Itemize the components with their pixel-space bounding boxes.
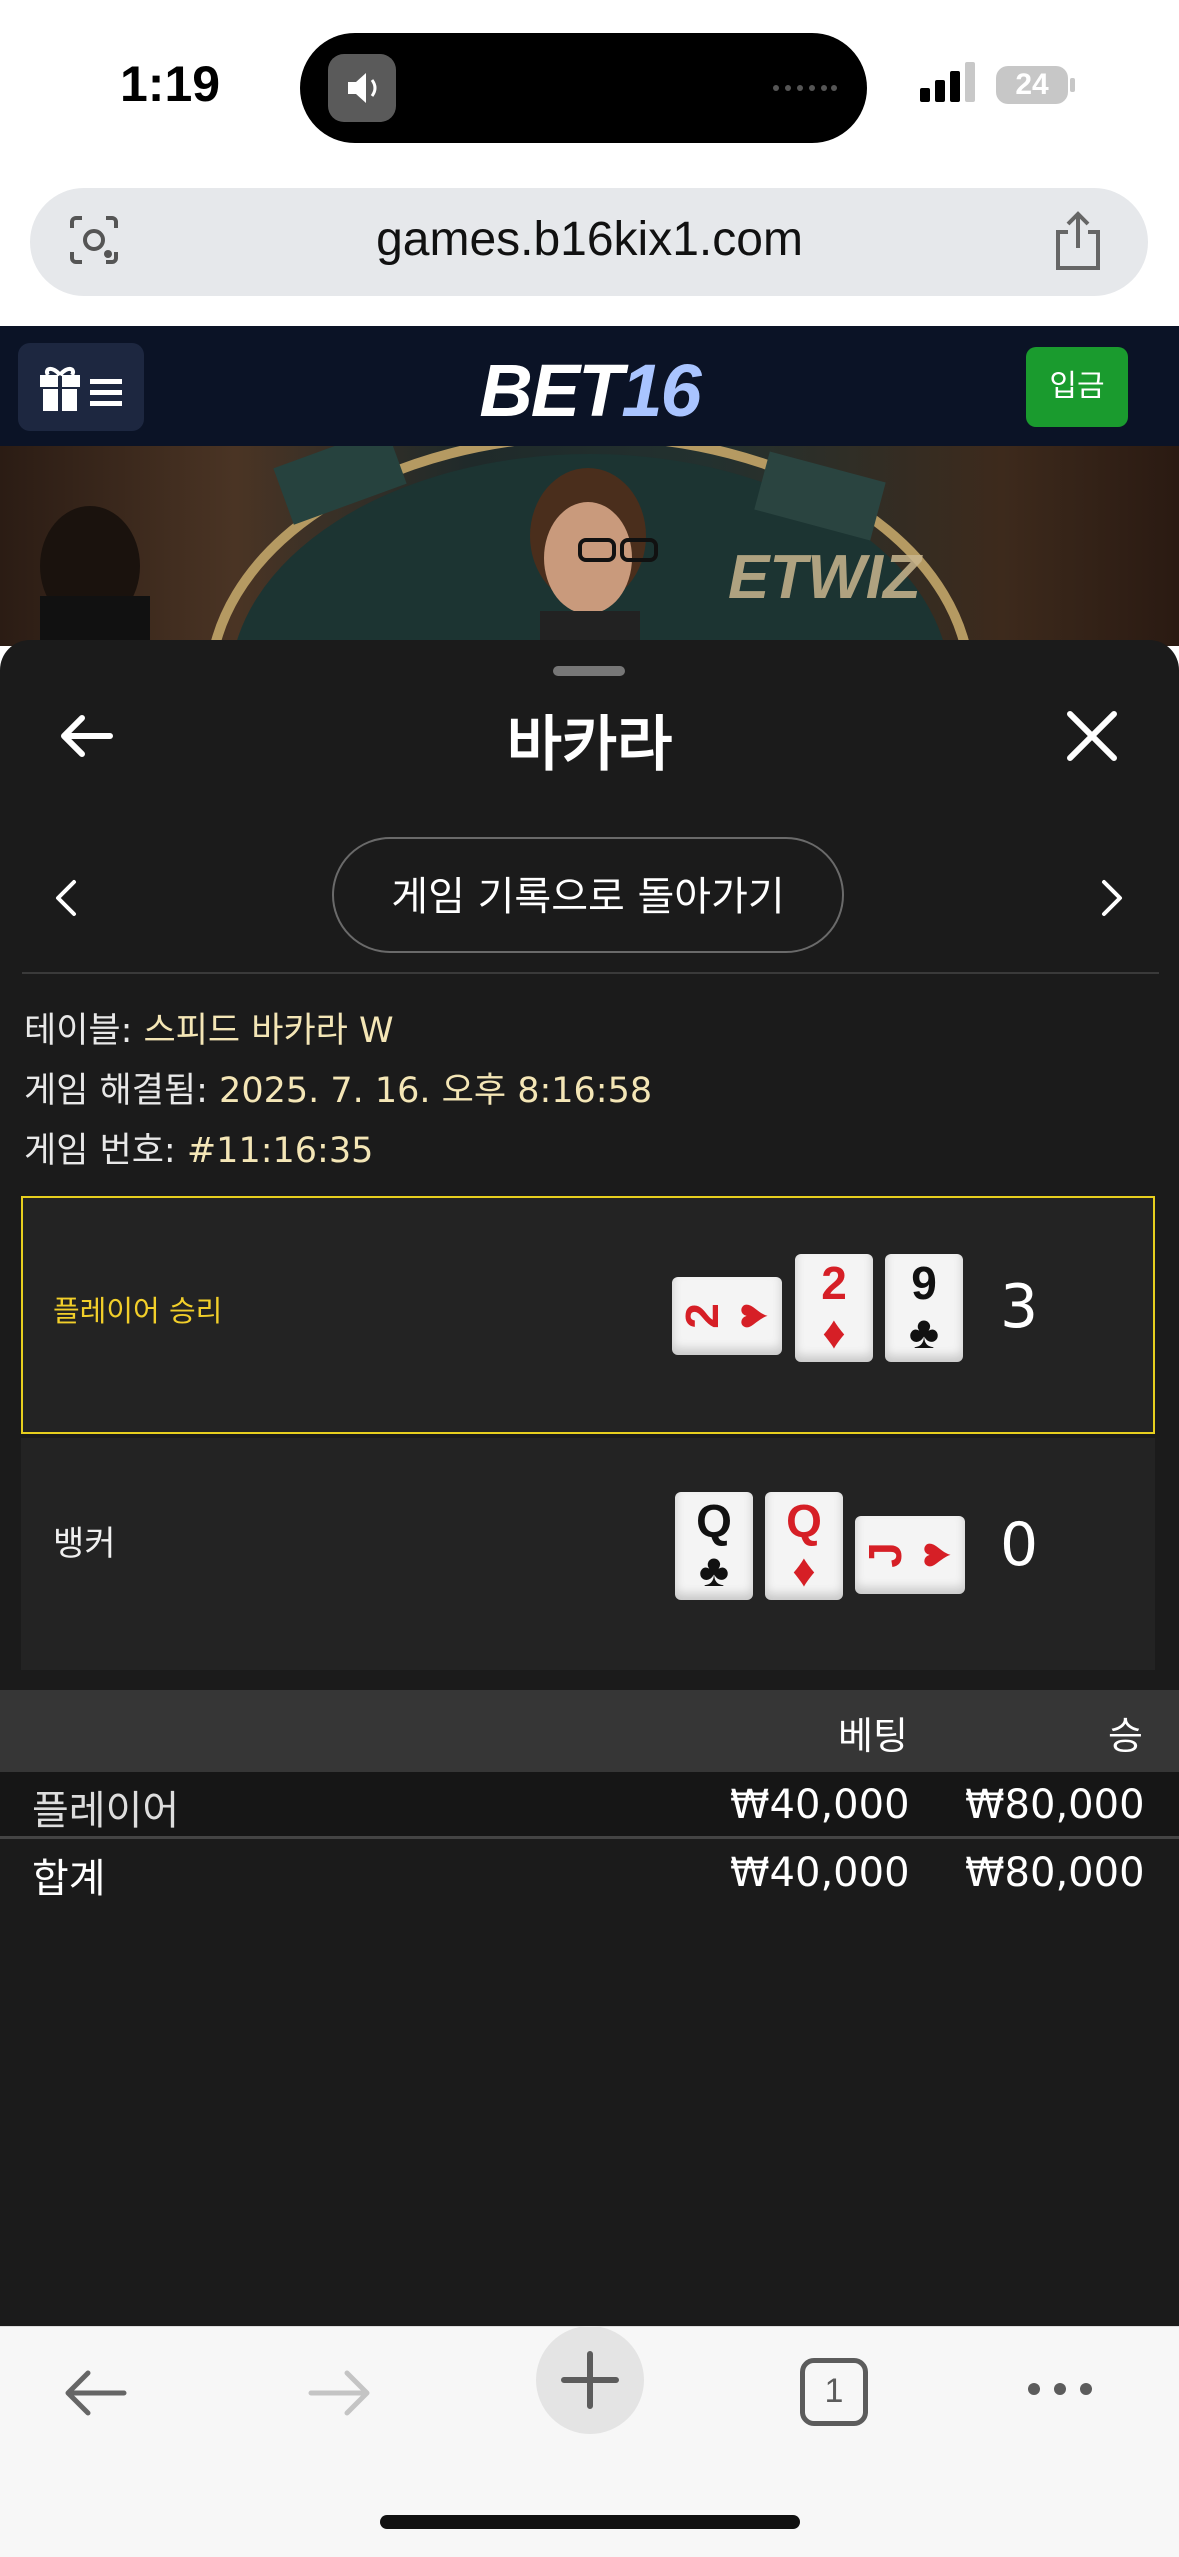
browser-back-icon[interactable] (60, 2358, 130, 2428)
total-label: 합계 (32, 1856, 106, 1902)
plus-icon (561, 2351, 619, 2409)
banker-card-suit-icon: ♣ (698, 1544, 730, 1596)
column-header-win: 승 (1108, 1714, 1143, 1758)
player-card-rank: 9 (911, 1257, 937, 1309)
site-logo[interactable]: BET16 (0, 348, 1179, 433)
browser-forward-icon[interactable] (305, 2358, 375, 2428)
info-resolved-value: 2025. 7. 16. 오후 8:16:58 (219, 1071, 653, 1111)
info-resolved: 게임 해결됨: 2025. 7. 16. 오후 8:16:58 (24, 1062, 652, 1113)
logo-accent: 16 (621, 349, 701, 432)
banker-card-rank: Q (696, 1495, 732, 1547)
banker-card-rank: Q (786, 1495, 822, 1547)
deposit-button[interactable]: 입금 (1026, 347, 1128, 427)
total-win-amount: ₩80,000 (965, 1850, 1145, 1896)
back-to-history-button[interactable]: 게임 기록으로 돌아가기 (332, 837, 844, 953)
previous-game-chevron-icon[interactable] (52, 878, 78, 918)
player-card-rank: 2 (676, 1303, 728, 1329)
battery-cap (1070, 78, 1075, 92)
cellular-signal-icon (920, 62, 975, 102)
bet-row-win: ₩80,000 (965, 1782, 1145, 1828)
banker-score: 0 (1000, 1510, 1039, 1580)
banker-card-2: Q ♦ (765, 1492, 843, 1600)
player-card-suit-icon: ♣ (908, 1306, 940, 1358)
banker-card-suit-icon: ♥ (908, 1541, 960, 1569)
share-icon[interactable] (1050, 210, 1106, 272)
tab-switcher-button[interactable]: 1 (800, 2358, 868, 2426)
status-time: 1:19 (120, 56, 221, 112)
divider (22, 972, 1159, 974)
bet-table-header (0, 1690, 1179, 1772)
info-number-value: #11:16:35 (186, 1131, 374, 1171)
info-number-label: 게임 번호: (24, 1131, 187, 1171)
info-resolved-label: 게임 해결됨: (24, 1071, 220, 1111)
next-game-chevron-icon[interactable] (1100, 878, 1126, 918)
info-table-value: 스피드 바카라 W (143, 1011, 394, 1051)
new-tab-button[interactable] (536, 2326, 644, 2434)
banker-card-rank: J (859, 1542, 911, 1568)
activity-dots-icon (773, 85, 837, 91)
sheet-grabber[interactable] (553, 666, 625, 676)
info-table-label: 테이블: (24, 1011, 144, 1051)
url-text[interactable]: games.b16kix1.com (0, 212, 1179, 267)
banker-card-3: J ♥ (855, 1516, 965, 1594)
player-card-rank: 2 (821, 1257, 847, 1309)
banker-result-row (21, 1438, 1155, 1670)
live-video-stream: ETWIZ (0, 446, 1179, 646)
bet-row-amount: ₩40,000 (730, 1782, 910, 1828)
player-card-2: 2 ♦ (795, 1254, 873, 1362)
player-card-3: 9 ♣ (885, 1254, 963, 1362)
speaker-icon (328, 54, 396, 122)
total-bet-amount: ₩40,000 (730, 1850, 910, 1896)
video-overlay-text: ETWIZ (728, 543, 921, 612)
player-card-suit-icon: ♥ (725, 1302, 777, 1330)
info-game-number: 게임 번호: #11:16:35 (24, 1122, 373, 1173)
more-options-icon[interactable] (1024, 2374, 1096, 2404)
close-icon[interactable] (1066, 710, 1118, 762)
banker-card-1: Q ♣ (675, 1492, 753, 1600)
player-card-suit-icon: ♦ (822, 1306, 846, 1358)
player-card-1: 2 ♥ (672, 1277, 782, 1355)
bet-row-label: 플레이어 (32, 1788, 180, 1834)
info-table: 테이블: 스피드 바카라 W (24, 1002, 394, 1053)
battery-icon: 24 (996, 66, 1068, 104)
player-score: 3 (1000, 1272, 1039, 1342)
player-result-label: 플레이어 승리 (53, 1294, 223, 1328)
home-indicator (380, 2515, 800, 2529)
column-header-bet: 베팅 (838, 1714, 908, 1758)
logo-main: BET (479, 349, 623, 432)
battery-level: 24 (1015, 68, 1049, 101)
banker-label: 뱅커 (53, 1524, 116, 1564)
panel-title: 바카라 (506, 710, 673, 780)
banker-card-suit-icon: ♦ (792, 1544, 816, 1596)
